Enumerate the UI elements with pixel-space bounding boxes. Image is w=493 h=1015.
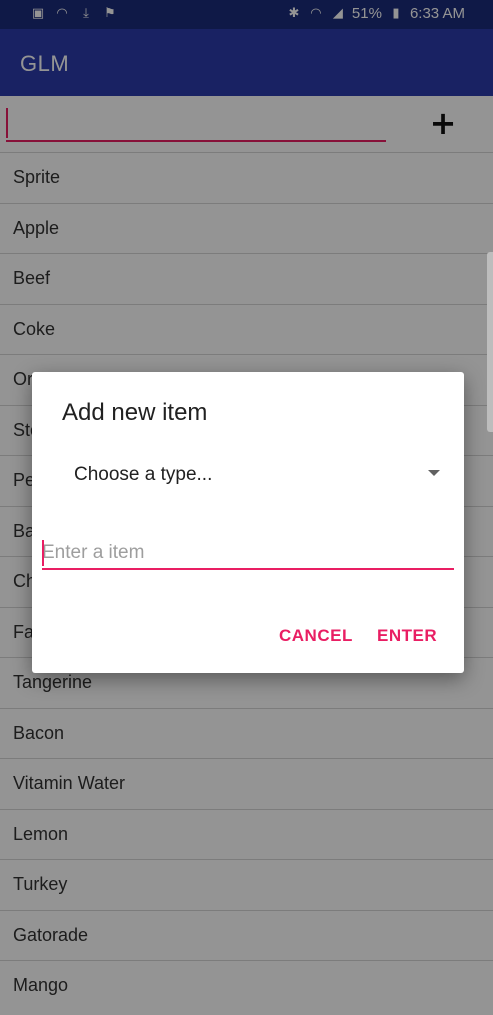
dialog-title: Add new item xyxy=(62,399,208,426)
item-name-input[interactable] xyxy=(42,538,454,570)
text-cursor xyxy=(42,540,44,566)
scrollbar[interactable] xyxy=(487,252,493,432)
add-item-dialog: Add new item Choose a type... CANCEL ENT… xyxy=(32,372,464,673)
cancel-button[interactable]: CANCEL xyxy=(279,626,353,646)
dropdown-arrow-icon xyxy=(428,470,440,476)
dialog-scrim-top xyxy=(0,0,493,96)
enter-button[interactable]: ENTER xyxy=(377,626,437,646)
spinner-selected-value: Choose a type... xyxy=(74,464,213,485)
type-spinner[interactable]: Choose a type... xyxy=(62,458,440,494)
